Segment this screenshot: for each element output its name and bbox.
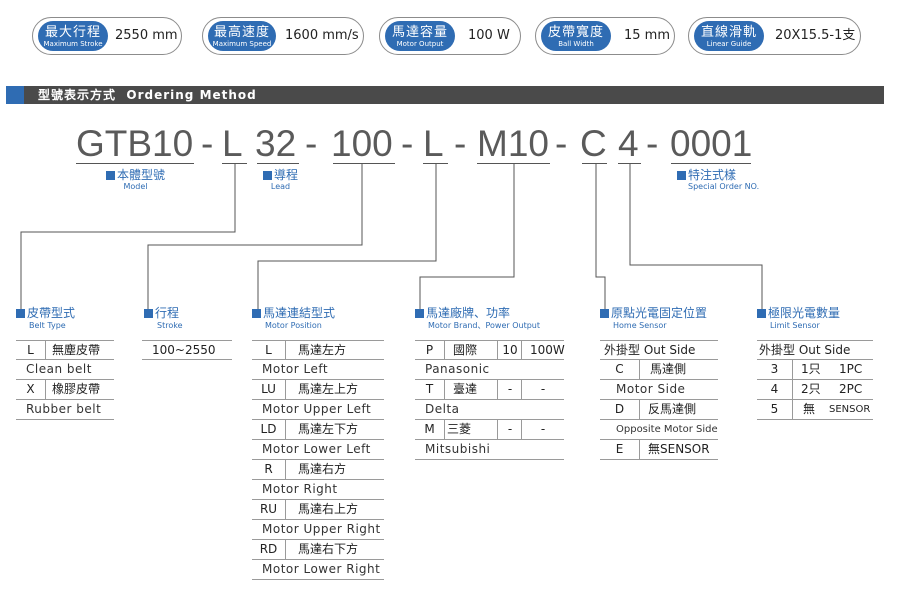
square-bullet: [16, 309, 25, 318]
table-row: D 反馬達側: [600, 400, 718, 420]
table-row: E 無SENSOR: [600, 440, 718, 460]
table-row: 100~2550: [142, 340, 232, 360]
table-row: Motor Upper Right: [252, 520, 384, 540]
table-row: LU 馬達左上方: [252, 380, 384, 400]
table-row: Motor Side: [600, 380, 718, 400]
table-row: 3 1只 1PC: [757, 360, 873, 380]
stroke-table: 100~2550: [142, 340, 232, 360]
group-limit-sensor: 極限光電數量 Limit Sensor: [757, 306, 840, 331]
table-row: Mitsubishi: [415, 440, 564, 460]
table-row: 外掛型 Out Side: [757, 340, 873, 360]
table-row: C 馬達側: [600, 360, 718, 380]
table-row: Opposite Motor Side: [600, 420, 718, 440]
table-row: Clean belt: [16, 360, 114, 380]
connector-position: [257, 164, 437, 314]
table-row: 4 2只 2PC: [757, 380, 873, 400]
table-row: Motor Right: [252, 480, 384, 500]
square-bullet: [415, 309, 424, 318]
square-bullet: [252, 309, 261, 318]
belt-type-table: L 無塵皮帶 Clean belt X 橡膠皮帶 Rubber belt: [16, 340, 114, 420]
connector-belt: [20, 164, 236, 314]
limit-sensor-table: 外掛型 Out Side 3 1只 1PC 4 2只 2PC 5 無 SENSO…: [757, 340, 873, 420]
table-row: Rubber belt: [16, 400, 114, 420]
group-stroke: 行程 Stroke: [144, 306, 183, 331]
table-row: RD 馬達右下方: [252, 540, 384, 560]
motor-brand-table: P 國際 10 100W Panasonic T 臺達 - - Delta M …: [415, 340, 565, 460]
table-row: 5 無 SENSOR: [757, 400, 873, 420]
table-row: Motor Upper Left: [252, 400, 384, 420]
table-row: P 國際 10 100W: [415, 340, 565, 360]
table-row: Motor Left: [252, 360, 384, 380]
table-row: T 臺達 - -: [415, 380, 564, 400]
table-row: M 三菱 - -: [415, 420, 564, 440]
table-row: Delta: [415, 400, 564, 420]
square-bullet: [757, 309, 766, 318]
table-row: Motor Lower Right: [252, 560, 384, 580]
group-motor-brand: 馬達廠牌、功率 Motor Brand、Power Output: [415, 306, 540, 331]
connector-home: [595, 164, 606, 314]
connector-stroke: [147, 164, 363, 314]
group-belt-type: 皮帶型式 Belt Type: [16, 306, 75, 331]
table-row: LD 馬達左下方: [252, 420, 384, 440]
table-row: L 馬達左方: [252, 340, 384, 360]
connector-brand: [419, 164, 515, 314]
table-row: Panasonic: [415, 360, 564, 380]
square-bullet: [600, 309, 609, 318]
table-row: RU 馬達右上方: [252, 500, 384, 520]
table-row: R 馬達右方: [252, 460, 384, 480]
motor-position-table: L 馬達左方 Motor Left LU 馬達左上方 Motor Upper Lef…: [252, 340, 384, 580]
table-row: X 橡膠皮帶: [16, 380, 114, 400]
home-sensor-table: 外掛型 Out Side C 馬達側 Motor Side D 反馬達側 Oppos…: [600, 340, 718, 460]
table-row: 外掛型 Out Side: [600, 340, 718, 360]
group-home-sensor: 原點光電固定位置 Home Sensor: [600, 306, 707, 331]
group-motor-position: 馬達連結型式 Motor Position: [252, 306, 335, 331]
connector-lines: [20, 164, 763, 314]
square-bullet: [144, 309, 153, 318]
table-row: L 無塵皮帶: [16, 340, 114, 360]
connector-limit: [629, 164, 763, 314]
table-row: Motor Lower Left: [252, 440, 384, 460]
